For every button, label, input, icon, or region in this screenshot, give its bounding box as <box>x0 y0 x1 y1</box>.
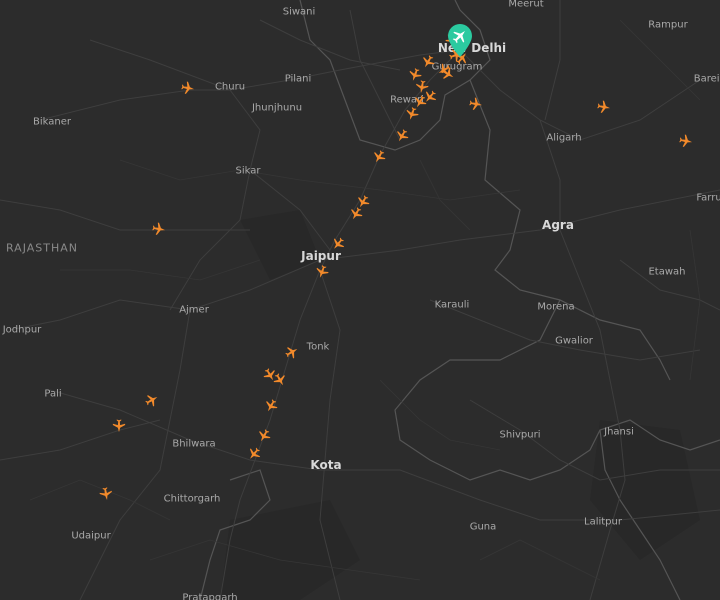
place-label-bikaner: Bikaner <box>33 116 71 128</box>
place-label-udaipur: Udaipur <box>71 530 111 542</box>
aircraft-icon[interactable] <box>247 447 261 461</box>
aircraft-icon[interactable] <box>315 265 329 279</box>
aircraft-icon[interactable] <box>181 81 195 95</box>
place-label-tonk: Tonk <box>306 341 330 353</box>
aircraft-icon[interactable] <box>99 487 113 501</box>
place-label-bhilwara: Bhilwara <box>172 438 216 450</box>
aircraft-icon[interactable] <box>257 429 271 443</box>
place-label-meerut: Meerut <box>508 0 544 10</box>
place-label-churu: Churu <box>214 81 246 93</box>
aircraft-icon[interactable] <box>152 222 166 236</box>
place-label-kota: Kota <box>310 458 342 472</box>
place-label-etawah: Etawah <box>648 266 686 278</box>
airport-pin-icon[interactable] <box>447 24 473 58</box>
aircraft-icon[interactable] <box>331 237 345 251</box>
aircraft-icon[interactable] <box>679 134 693 148</box>
place-label-ajmer: Ajmer <box>179 304 209 316</box>
place-label-bareilly: Bareil <box>693 73 720 85</box>
place-label-lalitpur: Lalitpur <box>584 516 622 528</box>
aircraft-icon[interactable] <box>264 399 278 413</box>
terrain <box>220 210 700 600</box>
aircraft-icon[interactable] <box>405 107 419 121</box>
aircraft-icon[interactable] <box>112 419 126 433</box>
aircraft-icon[interactable] <box>469 97 483 111</box>
flight-map[interactable]: Siwani Meerut Rampur New Delhi Gurugram Churu… <box>0 0 720 600</box>
place-label-pali: Pali <box>44 388 62 400</box>
place-label-karauli: Karauli <box>434 299 470 311</box>
place-label-shivpuri: Shivpuri <box>499 429 541 441</box>
place-label-morena: Morena <box>537 301 575 313</box>
place-label-rampur: Rampur <box>648 19 688 31</box>
place-label-jhansi: Jhansi <box>604 426 634 438</box>
aircraft-icon[interactable] <box>285 345 299 359</box>
place-label-guna: Guna <box>469 521 497 533</box>
aircraft-icon[interactable] <box>349 207 363 221</box>
place-label-sikar: Sikar <box>235 165 261 177</box>
place-label-jaipur: Jaipur <box>301 249 341 263</box>
map-base <box>0 0 720 600</box>
place-label-jhunjhunu: Jhunjhunu <box>251 102 303 114</box>
aircraft-icon[interactable] <box>597 100 611 114</box>
aircraft-icon[interactable] <box>441 67 455 81</box>
place-label-aligarh: Aligarh <box>546 132 582 144</box>
aircraft-icon[interactable] <box>372 150 386 164</box>
place-label-agra: Agra <box>542 218 574 232</box>
aircraft-icon[interactable] <box>273 373 287 387</box>
place-label-farrukhabad: Farru <box>696 192 720 204</box>
place-label-rajasthan: RAJASTHAN <box>5 241 79 255</box>
place-label-jodhpur: Jodhpur <box>2 324 42 336</box>
aircraft-icon[interactable] <box>145 393 159 407</box>
aircraft-icon[interactable] <box>421 55 435 69</box>
place-label-pilani: Pilani <box>284 73 312 85</box>
place-label-pratapgarh: Pratapgarh <box>182 592 238 600</box>
place-label-gwalior: Gwalior <box>555 335 593 347</box>
aircraft-icon[interactable] <box>395 129 409 143</box>
place-label-siwani: Siwani <box>282 6 316 18</box>
place-label-chittorgarh: Chittorgarh <box>163 493 221 505</box>
